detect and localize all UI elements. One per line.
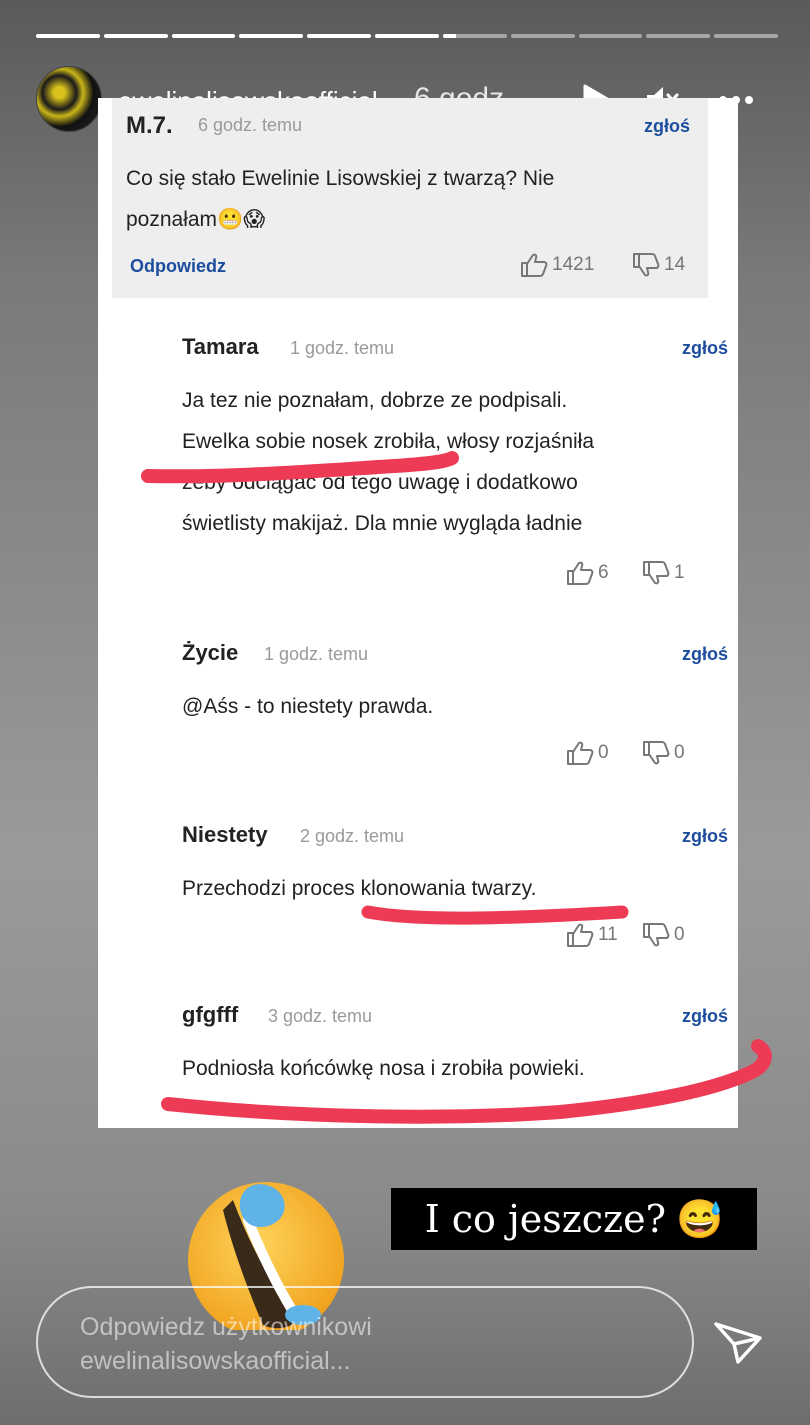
thumbs-down-icon <box>642 922 670 948</box>
dislike-button[interactable]: 14 <box>632 252 685 278</box>
comment-screenshot: M.7. 6 godz. temu zgłoś Co się stało Ewe… <box>98 98 738 1128</box>
comment-meta: 2 godz. temu <box>300 826 405 846</box>
comment-text: Podniosła końcówkę nosa i zrobiła powiek… <box>182 1057 585 1080</box>
progress-segment <box>239 34 304 38</box>
thumbs-down-icon <box>632 252 660 278</box>
progress-segment <box>714 34 778 38</box>
progress-segment <box>103 34 168 38</box>
progress-segment <box>171 34 236 38</box>
reply-comment: gfgfff 3 godz. temu zgłoś Podniosła końc… <box>182 998 728 1128</box>
comment-meta: 1 godz. temu <box>264 644 369 664</box>
comment-text: Ja tez nie poznałam, dobrze ze podpisali… <box>182 389 595 535</box>
progress-segment <box>510 34 575 38</box>
thumbs-down-icon <box>642 740 670 766</box>
story-progress <box>36 34 778 38</box>
progress-segment <box>646 34 711 38</box>
progress-segment <box>375 34 439 38</box>
progress-segment <box>442 34 507 38</box>
comment-meta: 1 godz. temu <box>290 338 395 358</box>
report-link[interactable]: zgłoś <box>682 826 728 847</box>
comment-text: Co się stało Ewelinie Lisowskiej z twarz… <box>126 167 555 231</box>
comment-author: M.7. <box>126 112 173 139</box>
dislike-button[interactable]: 0 <box>642 922 685 948</box>
comment-meta: 3 godz. temu <box>268 1006 373 1026</box>
like-button[interactable]: 6 <box>566 560 609 586</box>
comment-text: Przechodzi proces klonowania twarzy. <box>182 877 537 900</box>
like-button[interactable]: 1421 <box>520 252 594 278</box>
comment-meta: 6 godz. temu <box>198 115 303 135</box>
reply-placeholder: Odpowiedz użytkownikowi ewelinalisowskao… <box>80 1313 372 1375</box>
thumbs-up-icon <box>566 922 594 948</box>
comment-text: @Aśs - to niestety prawda. <box>182 695 434 718</box>
reply-comment: Niestety 2 godz. temu zgłoś Przechodzi p… <box>182 818 728 958</box>
progress-segment <box>578 34 643 38</box>
story-caption: I co jeszcze? 😅 <box>391 1188 757 1250</box>
top-comment: M.7. 6 godz. temu zgłoś Co się stało Ewe… <box>112 98 708 298</box>
thumbs-up-icon <box>566 560 594 586</box>
avatar[interactable] <box>36 66 102 132</box>
report-link[interactable]: zgłoś <box>682 644 728 665</box>
dislike-button[interactable]: 0 <box>642 740 685 766</box>
thumbs-down-icon <box>642 560 670 586</box>
report-link[interactable]: zgłoś <box>644 116 690 137</box>
story-reply-input[interactable]: Odpowiedz użytkownikowi ewelinalisowskao… <box>36 1286 694 1398</box>
progress-segment <box>36 34 100 38</box>
reply-comment: Tamara 1 godz. temu zgłoś Ja tez nie poz… <box>182 330 728 590</box>
report-link[interactable]: zgłoś <box>682 338 728 359</box>
thumbs-up-icon <box>520 252 548 278</box>
comment-author: gfgfff <box>182 1002 239 1027</box>
progress-segment <box>307 34 372 38</box>
send-icon[interactable] <box>710 1316 766 1368</box>
thumbs-up-icon <box>566 740 594 766</box>
reply-comment: Życie 1 godz. temu zgłoś @Aśs - to niest… <box>182 636 728 776</box>
comment-author: Niestety <box>182 822 268 847</box>
like-button[interactable]: 11 <box>566 922 618 948</box>
like-button[interactable]: 0 <box>566 740 609 766</box>
report-link[interactable]: zgłoś <box>682 1006 728 1027</box>
comment-author: Tamara <box>182 334 259 359</box>
sweat-smile-emoji: 😅 <box>675 1196 724 1241</box>
reply-link[interactable]: Odpowiedz <box>130 256 226 277</box>
comment-author: Życie <box>182 640 239 665</box>
dislike-button[interactable]: 1 <box>642 560 685 586</box>
